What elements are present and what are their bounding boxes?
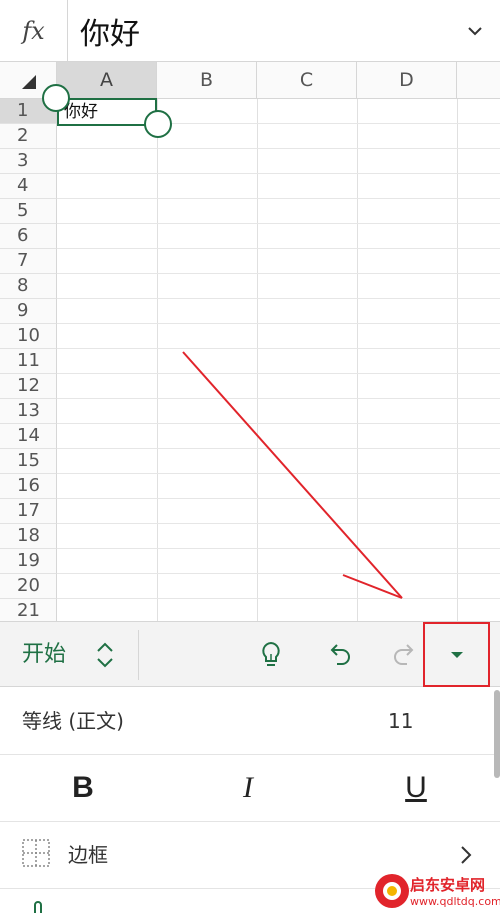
grid-line [57,573,500,574]
row-header[interactable]: 3 [0,149,57,174]
grid-line [57,448,500,449]
grid-line [57,548,500,549]
grid-line [57,598,500,599]
chevron-right-icon[interactable] [456,844,476,866]
row-header[interactable]: 13 [0,399,57,424]
grid-line [357,99,358,622]
row-header[interactable]: 14 [0,424,57,449]
grid-line [57,523,500,524]
chevron-down-icon[interactable] [450,0,500,62]
row-header[interactable]: 5 [0,199,57,224]
lightbulb-icon[interactable] [254,638,288,672]
redo-icon[interactable] [388,638,422,672]
grid-line [57,398,500,399]
column-header-partial[interactable] [457,62,500,99]
column-header-a[interactable]: A [57,62,157,99]
row-header[interactable]: 19 [0,549,57,574]
selection-handle-start[interactable] [42,84,70,112]
toolbar-divider [138,630,139,680]
formula-input[interactable]: 你好 [68,9,450,53]
tab-home[interactable]: 开始 [22,622,66,688]
row-header[interactable]: 2 [0,124,57,149]
text-style-row: B I U [0,755,500,822]
font-name[interactable]: 等线 (正文) [22,688,124,754]
fx-icon[interactable]: fx [0,0,68,62]
grid-line [57,473,500,474]
row-header[interactable]: 20 [0,574,57,599]
grid-line [57,273,500,274]
paint-brush-icon[interactable] [25,898,47,913]
column-header-b[interactable]: B [157,62,257,99]
grid-line [57,173,500,174]
row-header[interactable]: 9 [0,299,57,324]
ribbon-toolbar: 开始 [0,621,500,687]
grid-line [57,223,500,224]
grid-line [57,248,500,249]
formula-bar: fx 你好 [0,0,500,62]
italic-button[interactable]: I [218,755,278,821]
column-header-d[interactable]: D [357,62,457,99]
row-header[interactable]: 4 [0,174,57,199]
tab-switch-icon[interactable] [92,640,118,670]
row-header[interactable]: 10 [0,324,57,349]
row-header[interactable]: 18 [0,524,57,549]
grid-line [257,99,258,622]
underline-button[interactable]: U [386,755,446,821]
spreadsheet-grid[interactable]: A B C D 1 2 3 4 5 6 7 8 9 10 11 12 13 14… [0,62,500,622]
grid-line [457,99,458,622]
border-label: 边框 [68,843,108,867]
grid-line [57,198,500,199]
grid-line [57,298,500,299]
font-row[interactable]: 等线 (正文) 11 [0,688,500,755]
grid-line [57,148,500,149]
border-grid-icon [22,839,50,867]
dropdown-caret-icon[interactable] [440,638,474,672]
font-size[interactable]: 11 [388,688,413,754]
grid-line [57,498,500,499]
row-header[interactable]: 7 [0,249,57,274]
row-header[interactable]: 21 [0,599,57,622]
selected-cell-a1[interactable]: 你好 [57,98,157,126]
row-header[interactable]: 8 [0,274,57,299]
grid-line [57,323,500,324]
watermark-url: www.qdltdq.com [410,895,500,908]
bold-button[interactable]: B [53,755,113,821]
row-header[interactable]: 6 [0,224,57,249]
undo-icon[interactable] [322,638,356,672]
watermark-name: 启东安卓网 [410,876,486,894]
column-header-c[interactable]: C [257,62,357,99]
row-header[interactable]: 15 [0,449,57,474]
row-header[interactable]: 12 [0,374,57,399]
select-all-icon [22,75,36,89]
selection-handle-end[interactable] [144,110,172,138]
grid-line [57,373,500,374]
grid-line [57,423,500,424]
row-header[interactable]: 16 [0,474,57,499]
panel-scrollbar[interactable] [494,690,500,778]
row-header[interactable]: 11 [0,349,57,374]
grid-line [57,348,500,349]
row-header[interactable]: 17 [0,499,57,524]
grid-line [157,99,158,622]
